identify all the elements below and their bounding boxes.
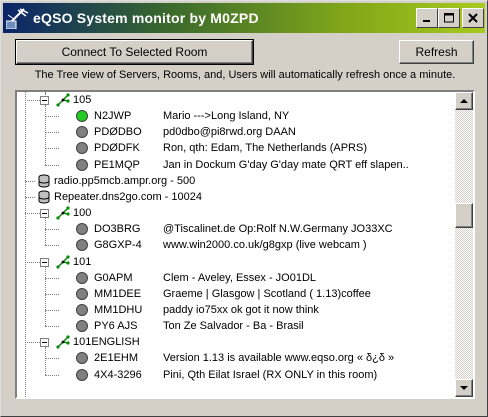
room-label: 100	[73, 207, 92, 220]
room-label: 101ENGLISH	[73, 336, 140, 349]
user-row[interactable]: G0APM Clem - Aveley, Essex - JO01DL	[17, 270, 455, 286]
tree-line-room-level	[45, 105, 46, 165]
room-network-icon	[56, 93, 70, 107]
user-callsign: DO3BRG	[94, 223, 141, 236]
server-icon	[38, 174, 50, 188]
user-info: Pini, Qth Eilat Israel (RX ONLY in this …	[163, 368, 378, 381]
user-info: Ton Ze Salvador - Ba - Brasil	[163, 320, 304, 333]
offline-status-icon	[76, 142, 88, 155]
user-info: Ron, qth: Edam, The Netherlands (APRS)	[163, 142, 368, 155]
offline-status-icon	[76, 158, 88, 171]
info-text: The Tree view of Servers, Rooms, and, Us…	[34, 69, 456, 81]
user-row[interactable]: PDØDFK Ron, qth: Edam, The Netherlands (A…	[17, 140, 455, 156]
scroll-down-button[interactable]	[455, 379, 473, 397]
title-bar[interactable]: eQSO System monitor by M0ZPD	[3, 3, 485, 33]
tree-line-room-level	[45, 347, 46, 375]
user-row[interactable]: 4X4-3296 Pini, Qth Eilat Israel (RX ONLY …	[17, 367, 455, 383]
tree-content: 105 N2JWP Mario --->Long Island, NY PDØDBO p…	[17, 92, 455, 397]
server-row[interactable]: radio.pp5mcb.ampr.org - 500	[17, 173, 455, 189]
user-callsign: G0APM	[94, 271, 133, 284]
room-label: 101	[73, 255, 92, 268]
user-row[interactable]: G8GXP-4 www.win2000.co.uk/g8gxp (live web…	[17, 237, 455, 253]
collapse-toggle-icon[interactable]	[40, 208, 49, 218]
user-info: pd0dbo@pi8rwd.org DAAN	[163, 126, 296, 139]
tree-line-room-level	[45, 92, 46, 94]
room-row[interactable]: 105	[17, 92, 455, 108]
user-info: @Tiscalinet.de Op:Rolf N.W.Germany JO33X…	[163, 223, 393, 236]
room-row[interactable]: 101ENGLISH	[17, 334, 455, 350]
user-row[interactable]: PE1MQP Jan in Dockum G'day G'day mate QRT…	[17, 157, 455, 173]
user-callsign: 2E1EHM	[94, 352, 139, 365]
user-row[interactable]: 2E1EHM Version 1.13 is available www.eqso…	[17, 350, 455, 366]
window-title: eQSO System monitor by M0ZPD	[33, 10, 259, 26]
user-row[interactable]: N2JWP Mario --->Long Island, NY	[17, 108, 455, 124]
tree-line-room-level	[45, 218, 46, 245]
scroll-thumb[interactable]	[455, 203, 473, 228]
user-info: Graeme | Glasgow | Scotland ( 1.13)coffe…	[163, 287, 371, 300]
user-row[interactable]: PDØDBO pd0dbo@pi8rwd.org DAAN	[17, 124, 455, 140]
room-network-icon	[56, 335, 70, 349]
user-callsign: 4X4-3296	[94, 368, 142, 381]
user-info: Version 1.13 is available www.eqso.org «…	[163, 352, 395, 365]
offline-status-icon	[76, 126, 88, 139]
room-network-icon	[56, 254, 70, 269]
server-icon	[38, 190, 50, 204]
close-icon	[468, 13, 478, 23]
refresh-button[interactable]: Refresh	[399, 40, 474, 64]
offline-status-icon	[76, 287, 88, 300]
offline-status-icon	[76, 320, 88, 333]
server-label: radio.pp5mcb.ampr.org - 500	[54, 174, 196, 187]
connect-room-button[interactable]: Connect To Selected Room	[15, 39, 254, 65]
scroll-up-button[interactable]	[455, 92, 473, 110]
offline-status-icon	[76, 271, 88, 284]
minimize-icon	[423, 20, 430, 22]
offline-status-icon	[76, 303, 88, 316]
user-info: www.win2000.co.uk/g8gxp (live webcam )	[163, 239, 367, 252]
user-row[interactable]: PY6 AJS Ton Ze Salvador - Ba - Brasil	[17, 318, 455, 334]
antenna-app-icon	[6, 8, 29, 29]
user-row[interactable]: MM1DEE Graeme | Glasgow | Scotland ( 1.13…	[17, 286, 455, 302]
arrow-up-icon	[460, 99, 468, 103]
online-status-icon	[76, 110, 88, 123]
server-label: Repeater.dns2go.com - 10024	[54, 190, 202, 203]
collapse-toggle-icon[interactable]	[40, 338, 49, 347]
user-callsign: PDØDBO	[94, 126, 142, 139]
tree-line-room-level	[45, 267, 46, 326]
collapse-toggle-icon[interactable]	[40, 96, 49, 105]
arrow-down-icon	[460, 386, 468, 390]
user-info: Mario --->Long Island, NY	[163, 110, 290, 123]
room-row[interactable]: 100	[17, 205, 455, 221]
room-row[interactable]: 101	[17, 254, 455, 270]
offline-status-icon	[76, 352, 88, 365]
offline-status-icon	[76, 223, 88, 236]
maximize-icon	[443, 13, 454, 23]
minimize-button[interactable]	[416, 8, 438, 28]
user-callsign: PDØDFK	[94, 142, 140, 155]
user-callsign: G8GXP-4	[94, 239, 142, 252]
user-callsign: PY6 AJS	[94, 320, 138, 333]
offline-status-icon	[76, 368, 88, 381]
user-callsign: MM1DHU	[94, 303, 143, 316]
room-network-icon	[56, 206, 70, 220]
user-info: paddy io75xx ok got it now think	[163, 303, 319, 316]
user-callsign: N2JWP	[94, 110, 132, 123]
close-button[interactable]	[462, 8, 484, 28]
user-row[interactable]: DO3BRG @Tiscalinet.de Op:Rolf N.W.Germany…	[17, 221, 455, 237]
app-window: eQSO System monitor by M0ZPD Connect To …	[0, 0, 488, 417]
maximize-button[interactable]	[438, 8, 460, 28]
vertical-scrollbar[interactable]	[455, 92, 473, 397]
user-info: Jan in Dockum G'day G'day mate QRT eff s…	[163, 158, 409, 171]
offline-status-icon	[76, 239, 88, 252]
user-info: Clem - Aveley, Essex - JO01DL	[163, 271, 317, 284]
user-callsign: PE1MQP	[94, 158, 140, 171]
server-tree[interactable]: 105 N2JWP Mario --->Long Island, NY PDØDBO p…	[15, 90, 475, 399]
user-callsign: MM1DEE	[94, 287, 142, 300]
user-row[interactable]: MM1DHU paddy io75xx ok got it now think	[17, 302, 455, 318]
room-label: 105	[73, 94, 92, 106]
server-row[interactable]: Repeater.dns2go.com - 10024	[17, 189, 455, 205]
collapse-toggle-icon[interactable]	[40, 258, 49, 267]
